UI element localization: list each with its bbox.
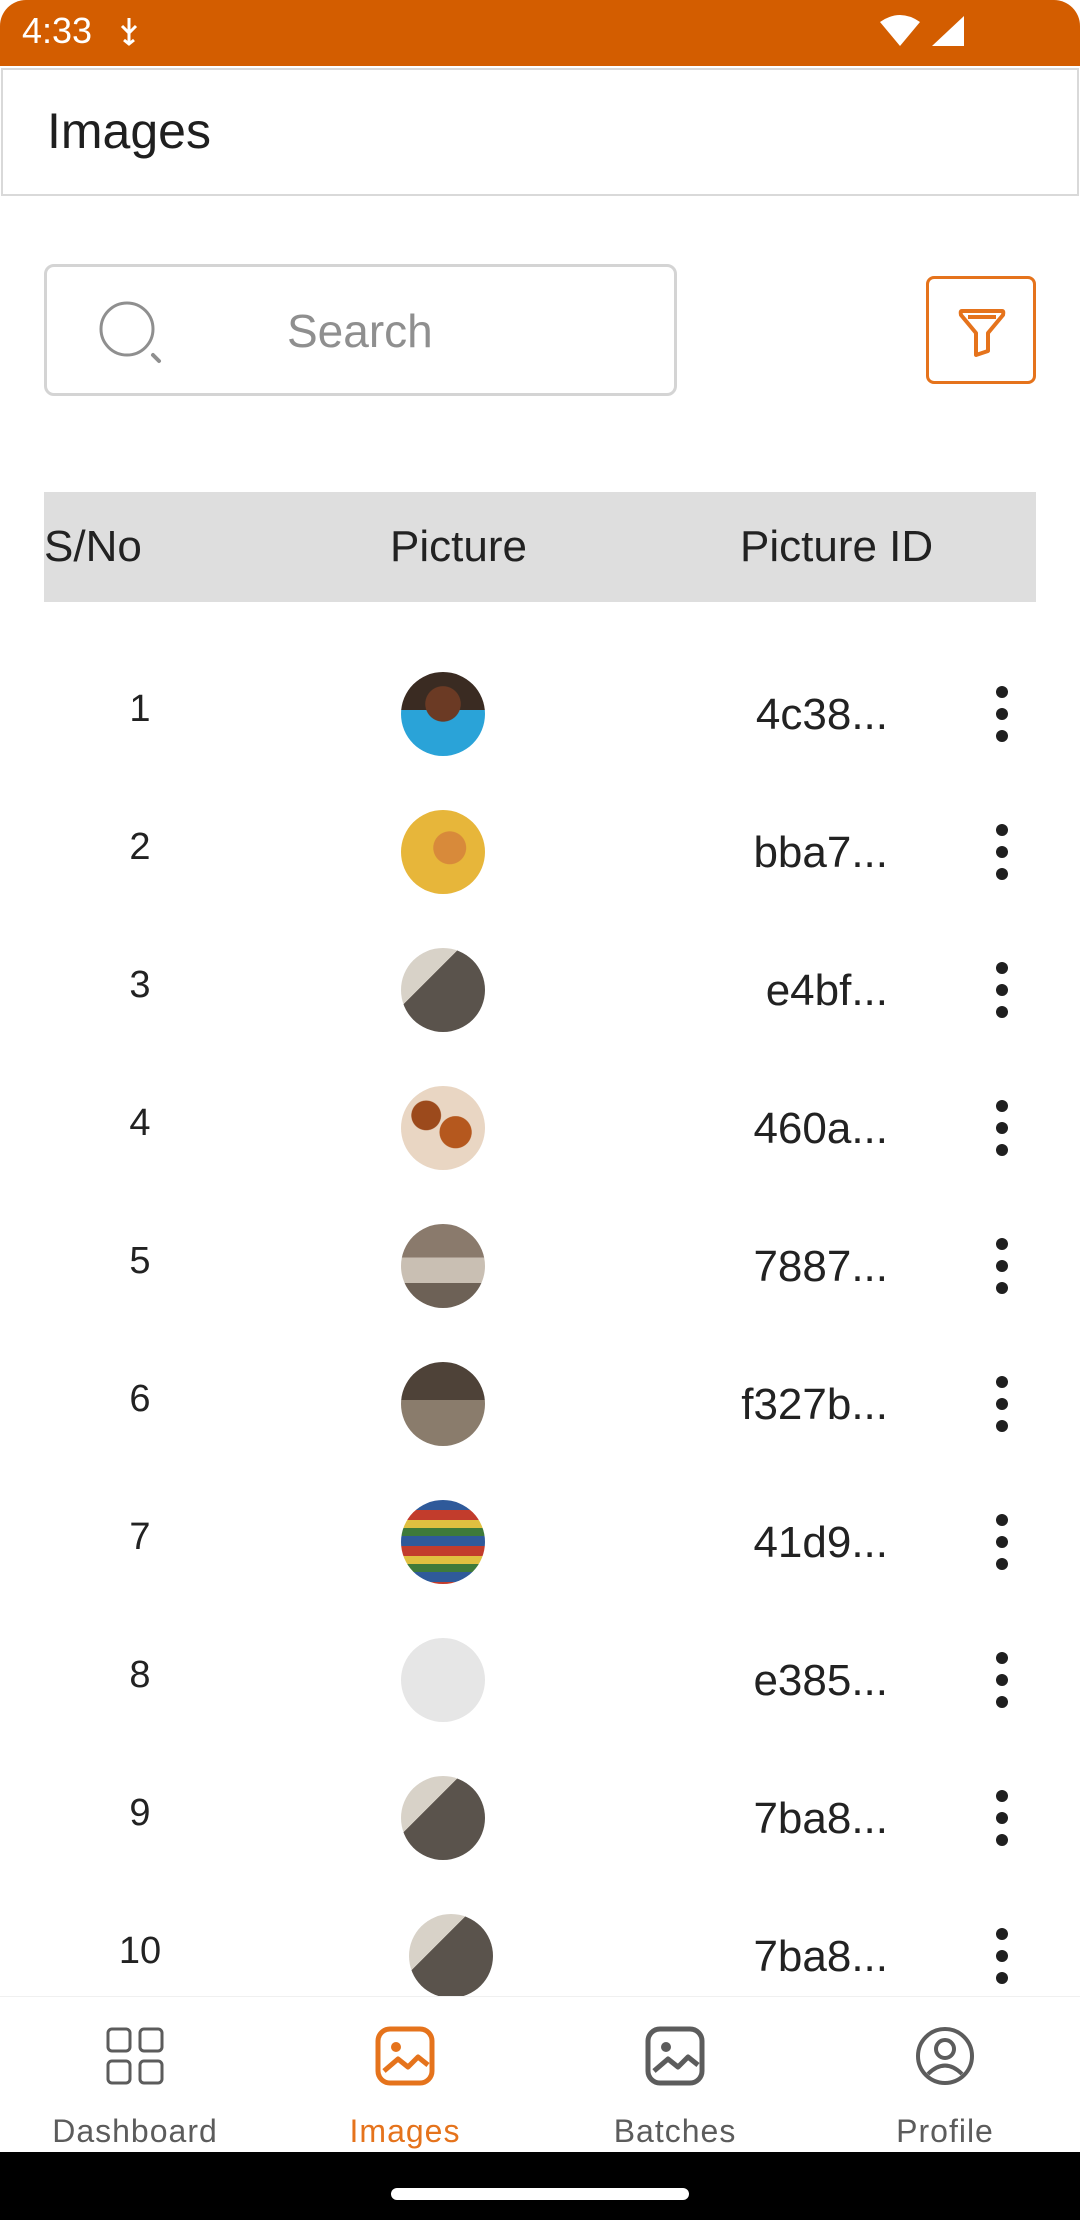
more-options-icon[interactable] bbox=[986, 1234, 1018, 1298]
thumbnail-kitchen[interactable] bbox=[401, 1362, 485, 1446]
nav-label-images: Images bbox=[349, 2113, 461, 2149]
filter-icon bbox=[958, 309, 1006, 357]
thumbnail-blank[interactable] bbox=[401, 1638, 485, 1722]
row-picture-id: e4bf... bbox=[765, 966, 888, 1015]
more-options-icon[interactable] bbox=[986, 1924, 1018, 1988]
thumbnail-store-shelves[interactable] bbox=[401, 1500, 485, 1584]
row-sno: 7 bbox=[129, 1516, 151, 1558]
system-navigation-bar bbox=[0, 2152, 1080, 2220]
row-sno: 8 bbox=[129, 1654, 151, 1696]
row-sno: 4 bbox=[129, 1102, 151, 1144]
home-gesture-handle[interactable] bbox=[391, 2188, 689, 2200]
more-options-icon[interactable] bbox=[986, 958, 1018, 1022]
row-sno: 6 bbox=[129, 1378, 151, 1420]
table-row[interactable]: 7 41d9... bbox=[0, 1474, 1080, 1612]
search-input[interactable] bbox=[287, 301, 627, 361]
row-picture-id: 460a... bbox=[753, 1104, 888, 1153]
grid-icon bbox=[106, 2027, 164, 2085]
thumbnail-cat[interactable] bbox=[401, 810, 485, 894]
filter-button[interactable] bbox=[926, 276, 1036, 384]
row-sno: 3 bbox=[129, 964, 151, 1006]
row-picture-id: e385... bbox=[753, 1656, 888, 1705]
nav-item-batches[interactable]: Batches bbox=[540, 1997, 810, 2153]
image-icon bbox=[375, 2026, 435, 2086]
nav-label-profile: Profile bbox=[896, 2113, 994, 2149]
more-options-icon[interactable] bbox=[986, 682, 1018, 746]
search-icon bbox=[99, 301, 161, 363]
column-header-picture: Picture bbox=[390, 522, 527, 571]
table-header: S/No Picture Picture ID bbox=[44, 492, 1036, 602]
row-picture-id: 4c38... bbox=[755, 690, 888, 739]
wifi-icon bbox=[880, 15, 920, 46]
more-options-icon[interactable] bbox=[986, 820, 1018, 884]
usb-debug-icon bbox=[120, 18, 138, 46]
more-options-icon[interactable] bbox=[986, 1096, 1018, 1160]
column-header-sno: S/No bbox=[44, 522, 142, 571]
row-picture-id: 7ba8... bbox=[753, 1794, 888, 1843]
search-box[interactable] bbox=[44, 264, 677, 396]
nav-item-images[interactable]: Images bbox=[270, 1997, 540, 2153]
row-sno: 10 bbox=[118, 1930, 162, 1972]
thumbnail-room-checkerboard[interactable] bbox=[401, 1776, 485, 1860]
table-row[interactable]: 6 f327b... bbox=[0, 1336, 1080, 1474]
row-picture-id: 7887... bbox=[753, 1242, 888, 1291]
more-options-icon[interactable] bbox=[986, 1510, 1018, 1574]
app-bar: Images bbox=[1, 68, 1079, 196]
thumbnail-child-portrait[interactable] bbox=[401, 672, 485, 756]
column-header-picture-id: Picture ID bbox=[740, 522, 934, 571]
row-sno: 9 bbox=[129, 1792, 151, 1834]
row-sno: 5 bbox=[129, 1240, 151, 1282]
more-options-icon[interactable] bbox=[986, 1648, 1018, 1712]
thumbnail-living-room[interactable] bbox=[401, 1224, 485, 1308]
thumbnail-room-checkerboard[interactable] bbox=[401, 948, 485, 1032]
table-row[interactable]: 1 4c38... bbox=[0, 646, 1080, 784]
signal-icon bbox=[932, 16, 964, 46]
nav-item-dashboard[interactable]: Dashboard bbox=[0, 1997, 270, 2153]
user-circle-icon bbox=[916, 2027, 974, 2085]
nav-item-profile[interactable]: Profile bbox=[810, 1997, 1080, 2153]
bottom-navigation: Dashboard Images Batches Profile bbox=[0, 1996, 1080, 2152]
table-row[interactable]: 9 7ba8... bbox=[0, 1750, 1080, 1888]
images-table: 1 4c38... 2 bba7... 3 e4bf... 4 460a... … bbox=[0, 646, 1080, 2026]
row-picture-id: 41d9... bbox=[753, 1518, 888, 1567]
gallery-icon bbox=[645, 2026, 705, 2086]
row-picture-id: bba7... bbox=[753, 828, 888, 877]
more-options-icon[interactable] bbox=[986, 1786, 1018, 1850]
row-sno: 2 bbox=[129, 826, 151, 868]
row-sno: 1 bbox=[129, 688, 151, 730]
table-row[interactable]: 8 e385... bbox=[0, 1612, 1080, 1750]
more-options-icon[interactable] bbox=[986, 1372, 1018, 1436]
page-title: Images bbox=[47, 103, 211, 159]
status-bar: 4:33 bbox=[0, 0, 1080, 66]
nav-label-batches: Batches bbox=[613, 2113, 737, 2149]
row-picture-id: f327b... bbox=[741, 1380, 888, 1429]
thumbnail-room-checkerboard[interactable] bbox=[409, 1914, 493, 1998]
table-row[interactable]: 5 7887... bbox=[0, 1198, 1080, 1336]
row-picture-id: 7ba8... bbox=[753, 1932, 888, 1981]
nav-label-dashboard: Dashboard bbox=[52, 2113, 218, 2149]
thumbnail-pretzels[interactable] bbox=[401, 1086, 485, 1170]
table-row[interactable]: 2 bba7... bbox=[0, 784, 1080, 922]
table-row[interactable]: 3 e4bf... bbox=[0, 922, 1080, 1060]
table-row[interactable]: 4 460a... bbox=[0, 1060, 1080, 1198]
status-time: 4:33 bbox=[22, 10, 93, 51]
